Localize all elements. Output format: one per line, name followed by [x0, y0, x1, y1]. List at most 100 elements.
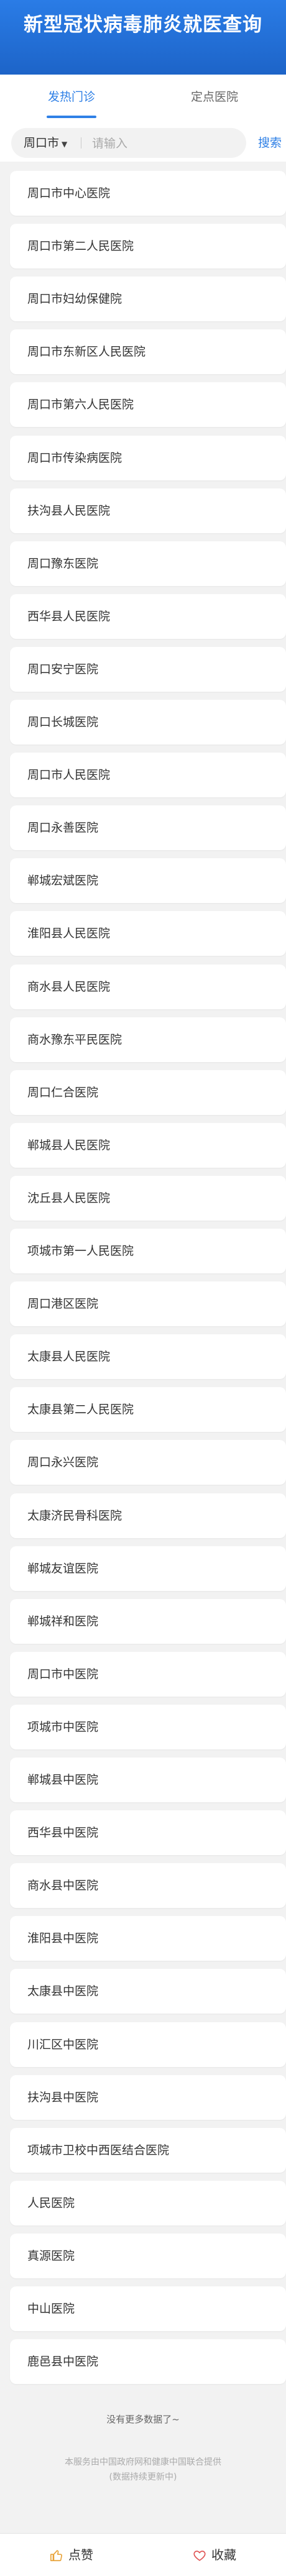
header: 新型冠状病毒肺炎就医查询	[0, 0, 286, 75]
hospital-name: 周口仁合医院	[27, 1086, 99, 1099]
hospital-list-item[interactable]: 周口市传染病医院	[10, 436, 286, 480]
search-input[interactable]	[91, 128, 239, 159]
search-button[interactable]: 搜索	[258, 128, 282, 158]
hospital-name: 沈丘县人民医院	[27, 1191, 111, 1205]
search-bar: 周口市 ▼	[11, 128, 246, 159]
active-tab-indicator	[47, 116, 96, 118]
hospital-name: 周口市人民医院	[27, 768, 111, 782]
hospital-list-item[interactable]: 周口仁合医院	[10, 1070, 286, 1115]
hospital-list-item[interactable]: 太康济民骨科医院	[10, 1493, 286, 1538]
hospital-name: 周口市第六人民医院	[27, 398, 134, 411]
hospital-name: 周口市东新区人民医院	[27, 345, 146, 359]
hospital-list-item[interactable]: 商水县中医院	[10, 1863, 286, 1908]
hospital-name: 太康县人民医院	[27, 1350, 111, 1364]
hospital-list-item[interactable]: 项城市第一人民医院	[10, 1229, 286, 1273]
hospital-list-item[interactable]: 周口市中心医院	[10, 171, 286, 216]
hospital-list-item[interactable]: 周口豫东医院	[10, 541, 286, 586]
hospital-list-item[interactable]: 周口市东新区人民医院	[10, 329, 286, 374]
hospital-name: 周口永兴医院	[27, 1455, 99, 1469]
caret-down-icon: ▼	[62, 140, 68, 149]
hospital-name: 西华县人民医院	[27, 610, 111, 623]
hospital-list-item[interactable]: 商水县人民医院	[10, 965, 286, 1009]
hospital-list-item[interactable]: 周口永善医院	[10, 805, 286, 850]
hospital-name: 扶沟县中医院	[27, 2091, 99, 2104]
hospital-list-item[interactable]: 淮阳县中医院	[10, 1916, 286, 1961]
hospital-name: 周口市中医院	[27, 1667, 99, 1681]
hospital-name: 淮阳县人民医院	[27, 927, 111, 940]
hospital-name: 鹿邑县中医院	[27, 2355, 99, 2368]
hospital-name: 周口市传染病医院	[27, 451, 122, 465]
thumbs-up-icon	[50, 2550, 62, 2562]
search-card: 发热门诊 定点医院 周口市▼ 搜索	[0, 75, 286, 162]
city-select[interactable]: 周口市 ▼	[24, 128, 67, 158]
bottom-bar: 点赞 收藏	[0, 2533, 286, 2576]
footer-line-1: 本服务由中国政府网和健康中国联合提供	[65, 2457, 221, 2467]
hospital-name: 周口豫东医院	[27, 557, 99, 571]
hospital-list-item[interactable]: 真源医院	[10, 2234, 286, 2278]
favorite-button[interactable]: 收藏	[143, 2534, 286, 2576]
hospital-name: 周口市妇幼保健院	[27, 292, 122, 306]
tab-designated-hospital[interactable]: 定点医院	[143, 75, 286, 119]
hospital-list-item[interactable]: 周口市妇幼保健院	[10, 277, 286, 321]
hospital-list-item[interactable]: 郸城祥和医院	[10, 1599, 286, 1644]
tab-bar: 发热门诊 定点医院	[0, 75, 286, 119]
hospital-name: 中山医院	[27, 2302, 75, 2316]
hospital-list-item[interactable]: 商水豫东平民医院	[10, 1017, 286, 1062]
tab-fever-clinic[interactable]: 发热门诊	[0, 75, 143, 119]
hospital-name: 淮阳县中医院	[27, 1932, 99, 1945]
hospital-name: 郸城县人民医院	[27, 1139, 111, 1152]
hospital-list-item[interactable]: 项城市卫校中西医结合医院	[10, 2128, 286, 2173]
hospital-list-item[interactable]: 西华县人民医院	[10, 594, 286, 639]
like-button[interactable]: 点赞	[0, 2534, 143, 2576]
heart-icon	[193, 2551, 206, 2561]
hospital-list-item[interactable]: 川汇区中医院	[10, 2022, 286, 2067]
hospital-list-item[interactable]: 周口港区医院	[10, 1281, 286, 1326]
hospital-name: 太康县中医院	[27, 1984, 99, 1998]
hospital-name: 周口安宁医院	[27, 662, 99, 676]
hospital-name: 项城市中医院	[27, 1720, 99, 1734]
hospital-name: 西华县中医院	[27, 1826, 99, 1840]
hospital-name: 川汇区中医院	[27, 2038, 99, 2051]
hospital-name: 周口港区医院	[27, 1297, 99, 1311]
hospital-list-item[interactable]: 郸城县中医院	[10, 1758, 286, 1802]
page-title: 新型冠状病毒肺炎就医查询	[24, 14, 262, 36]
hospital-list-item[interactable]: 周口市人民医院	[10, 753, 286, 797]
hospital-list-item[interactable]: 郸城县人民医院	[10, 1123, 286, 1168]
hospital-name: 周口市中心医院	[27, 186, 111, 200]
hospital-list-item[interactable]: 沈丘县人民医院	[10, 1176, 286, 1221]
hospital-list-item[interactable]: 周口市中医院	[10, 1652, 286, 1697]
hospital-name: 扶沟县人民医院	[27, 504, 111, 518]
hospital-list-item[interactable]: 项城市中医院	[10, 1705, 286, 1749]
hospital-list-item[interactable]: 扶沟县中医院	[10, 2075, 286, 2120]
hospital-list-item[interactable]: 太康县中医院	[10, 1969, 286, 2014]
hospital-list-item[interactable]: 太康县第二人民医院	[10, 1387, 286, 1432]
hospital-name: 周口长城医院	[27, 715, 99, 729]
hospital-name: 太康县第二人民医院	[27, 1403, 134, 1416]
hospital-list-item[interactable]: 郸城宏斌医院	[10, 858, 286, 903]
hospital-list-item[interactable]: 太康县人民医院	[10, 1334, 286, 1379]
hospital-name: 郸城祥和医院	[27, 1615, 99, 1628]
hospital-list-item[interactable]: 周口市第六人民医院	[10, 382, 286, 427]
hospital-name: 商水县人民医院	[27, 980, 111, 994]
hospital-list-item[interactable]: 淮阳县人民医院	[10, 911, 286, 956]
hospital-list-item[interactable]: 西华县中医院	[10, 1810, 286, 1855]
hospital-list-item[interactable]: 周口长城医院	[10, 700, 286, 745]
hospital-name: 郸城县中医院	[27, 1773, 99, 1787]
hospital-list-item[interactable]: 郸城友谊医院	[10, 1546, 286, 1591]
hospital-name: 郸城宏斌医院	[27, 874, 99, 887]
hospital-name: 太康济民骨科医院	[27, 1509, 122, 1523]
hospital-name: 郸城友谊医院	[27, 1562, 99, 1575]
hospital-list-item[interactable]: 周口安宁医院	[10, 647, 286, 692]
hospital-list-item[interactable]: 周口市第二人民医院	[10, 224, 286, 268]
hospital-name: 项城市卫校中西医结合医院	[27, 2143, 170, 2157]
hospital-list-item[interactable]: 中山医院	[10, 2286, 286, 2331]
city-select-label: 周口市	[24, 136, 60, 150]
favorite-label: 收藏	[211, 2547, 236, 2562]
hospital-list-item[interactable]: 扶沟县人民医院	[10, 488, 286, 533]
hospital-list-item[interactable]: 周口永兴医院	[10, 1440, 286, 1485]
footer-line-2: (数据持续更新中)	[109, 2472, 177, 2482]
hospital-name: 周口永善医院	[27, 821, 99, 835]
hospital-name: 商水县中医院	[27, 1879, 99, 1892]
hospital-list-item[interactable]: 人民医院	[10, 2181, 286, 2225]
hospital-list-item[interactable]: 鹿邑县中医院	[10, 2339, 286, 2384]
